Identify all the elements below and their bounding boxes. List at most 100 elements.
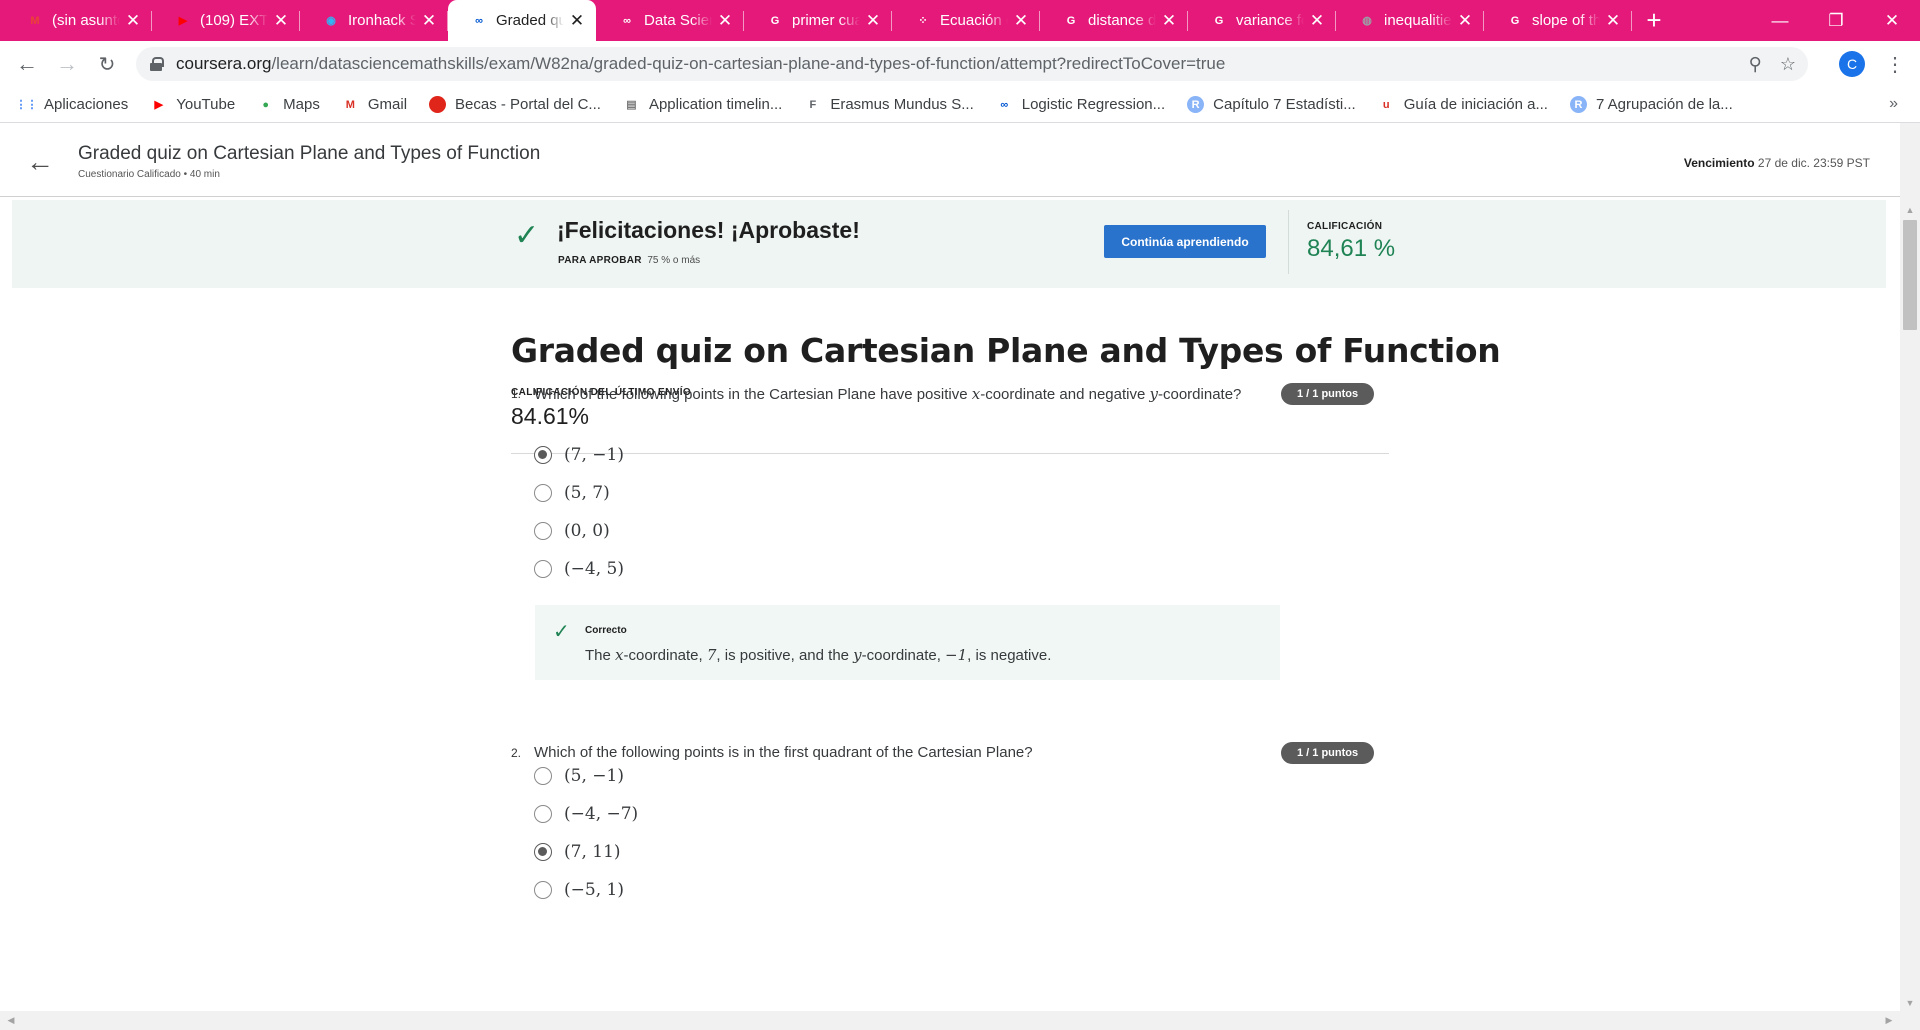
bookmark-item[interactable]: ▶ YouTube — [150, 96, 235, 113]
bookmark-item[interactable]: R Capítulo 7 Estadísti... — [1187, 96, 1356, 113]
question-text: Which of the following points in the Car… — [534, 385, 1242, 403]
browser-tab-strip: M(sin asunto✕▶(109) EXTR✕◉Ironhack S✕ ∞ Gr… — [0, 0, 1920, 41]
close-tab-icon[interactable]: ✕ — [1308, 11, 1326, 31]
answer-option[interactable]: (7, 11) — [534, 842, 621, 862]
browser-tab[interactable]: ∞ Graded qu ✕ — [448, 0, 596, 41]
bookmark-label: Application timelin... — [648, 96, 783, 113]
close-tab-icon[interactable]: ✕ — [1160, 11, 1178, 31]
reload-icon[interactable]: ↻ — [87, 44, 127, 84]
zoom-icon[interactable]: ⚲ — [1749, 54, 1762, 75]
bookmark-item[interactable]: R 7 Agrupación de la... — [1569, 96, 1733, 113]
tab-title: primer cua — [792, 12, 860, 29]
bookmark-item[interactable]: ∞ Logistic Regression... — [996, 96, 1165, 113]
browser-tab[interactable]: ⁘ Ecuación d ✕ — [892, 0, 1040, 41]
radio-button[interactable] — [534, 484, 552, 502]
pass-requirement: PARA APROBAR 75 % o más — [558, 255, 701, 266]
close-tab-icon[interactable]: ✕ — [568, 11, 586, 31]
tab-title: Graded qu — [496, 12, 564, 29]
radio-button[interactable] — [534, 805, 552, 823]
browser-tab[interactable]: ▶ (109) EXTR✕ — [152, 0, 300, 41]
close-tab-icon[interactable]: ✕ — [420, 11, 438, 31]
scrollbar-thumb[interactable] — [1903, 220, 1917, 330]
close-tab-icon[interactable]: ✕ — [1012, 11, 1030, 31]
bookmark-item[interactable]: M Gmail — [342, 96, 407, 113]
bookmark-item[interactable]: ▤ Application timelin... — [623, 96, 782, 113]
google-icon: G — [1510, 14, 1520, 27]
close-tab-icon[interactable]: ✕ — [1456, 11, 1474, 31]
ironhack-icon: ◉ — [326, 15, 336, 27]
answer-option[interactable]: (7, −1) — [534, 445, 624, 465]
radio-button[interactable] — [534, 522, 552, 540]
forward-icon[interactable]: → — [47, 44, 87, 84]
u-logo-icon: u — [1382, 98, 1390, 111]
bookmark-item[interactable]: ● Maps — [257, 96, 320, 113]
browser-tab[interactable]: Gdistance d ✕ — [1040, 0, 1188, 41]
answer-option[interactable]: (5, 7) — [534, 483, 610, 503]
answer-option[interactable]: (−4, 5) — [534, 559, 624, 579]
coursera-icon: ∞ — [1000, 98, 1009, 111]
bookmark-item[interactable]: ⋮⋮ Aplicaciones — [16, 96, 129, 113]
scroll-left-icon[interactable]: ◀ — [2, 1011, 20, 1030]
minimize-icon[interactable]: — — [1752, 0, 1808, 41]
bookmark-star-icon[interactable]: ☆ — [1780, 54, 1796, 75]
browser-tab[interactable]: ∞ Data Scien ✕ — [596, 0, 744, 41]
lock-icon[interactable] — [150, 57, 164, 71]
restore-icon[interactable]: ❐ — [1808, 0, 1864, 41]
close-window-icon[interactable]: ✕ — [1864, 0, 1920, 41]
answer-option[interactable]: (−4, −7) — [534, 804, 638, 824]
more-bookmarks-icon[interactable]: » — [1889, 95, 1898, 113]
browser-tab[interactable]: M (sin asunto ✕ — [4, 0, 152, 41]
radio-button[interactable] — [534, 560, 552, 578]
radio-button[interactable] — [534, 767, 552, 785]
close-tab-icon[interactable]: ✕ — [124, 11, 142, 31]
coursera-icon: ∞ — [475, 14, 483, 27]
bookmark-label: Aplicaciones — [44, 96, 129, 113]
radio-button[interactable] — [534, 843, 552, 861]
bookmark-label: Capítulo 7 Estadísti... — [1213, 96, 1356, 113]
question-number: 1. — [511, 387, 522, 401]
horizontal-scrollbar[interactable]: ◀ ▶ — [0, 1011, 1920, 1030]
radio-button[interactable] — [534, 446, 552, 464]
back-icon[interactable]: ← — [7, 44, 47, 84]
divider — [511, 453, 1389, 454]
continue-learning-button[interactable]: Continúa aprendiendo — [1104, 225, 1266, 258]
divider — [1288, 210, 1289, 274]
close-tab-icon[interactable]: ✕ — [716, 11, 734, 31]
address-bar[interactable]: coursera.org/learn/datasciencemathskills… — [136, 47, 1808, 81]
feedback-label: Correcto — [585, 625, 627, 636]
browser-tab[interactable]: Gprimer cua ✕ — [744, 0, 892, 41]
browser-tab[interactable]: Gvariance fo ✕ — [1188, 0, 1336, 41]
new-tab-button[interactable]: + — [1632, 0, 1676, 41]
scroll-right-icon[interactable]: ▶ — [1880, 1011, 1898, 1030]
tab-title: distance d — [1088, 12, 1156, 29]
due-date: Vencimiento 27 de dic. 23:59 PST — [1683, 156, 1870, 170]
bookmark-label: Becas - Portal del C... — [455, 96, 601, 113]
tab-title: Data Scien — [644, 12, 712, 29]
profile-avatar[interactable]: C — [1839, 51, 1865, 77]
bookmark-item[interactable]: Becas - Portal del C... — [429, 96, 601, 113]
feedback-text: The x-coordinate, 7, is positive, and th… — [585, 646, 1052, 664]
scroll-up-icon[interactable]: ▲ — [1900, 202, 1920, 218]
radio-button[interactable] — [534, 881, 552, 899]
close-tab-icon[interactable]: ✕ — [864, 11, 882, 31]
browser-menu-icon[interactable]: ⋮ — [1880, 49, 1910, 79]
close-tab-icon[interactable]: ✕ — [272, 11, 290, 31]
browser-tab[interactable]: ◍ inequalitie ✕ — [1336, 0, 1484, 41]
answer-option[interactable]: (5, −1) — [534, 766, 624, 786]
points-badge: 1 / 1 puntos — [1281, 383, 1375, 405]
back-arrow-icon[interactable]: ← — [26, 147, 56, 177]
url-text[interactable]: coursera.org/learn/datasciencemathskills… — [176, 54, 1225, 74]
header-subtitle: Cuestionario Calificado • 40 min — [78, 169, 220, 180]
bookmark-item[interactable]: u Guía de iniciación a... — [1378, 96, 1548, 113]
window-controls: — ❐ ✕ — [1752, 0, 1920, 41]
quiz-title: Graded quiz on Cartesian Plane and Types… — [511, 331, 1501, 370]
scroll-down-icon[interactable]: ▼ — [1900, 995, 1920, 1011]
answer-option[interactable]: (−5, 1) — [534, 880, 624, 900]
close-tab-icon[interactable]: ✕ — [1604, 11, 1622, 31]
browser-tab[interactable]: Gslope of th ✕ — [1484, 0, 1632, 41]
answer-option[interactable]: (0, 0) — [534, 521, 610, 541]
globe-icon: ◍ — [1362, 15, 1372, 27]
bookmark-item[interactable]: F Erasmus Mundus S... — [804, 96, 973, 113]
vertical-scrollbar[interactable]: ▲ ▼ — [1900, 123, 1920, 1011]
browser-tab[interactable]: ◉ Ironhack S ✕ — [300, 0, 448, 41]
